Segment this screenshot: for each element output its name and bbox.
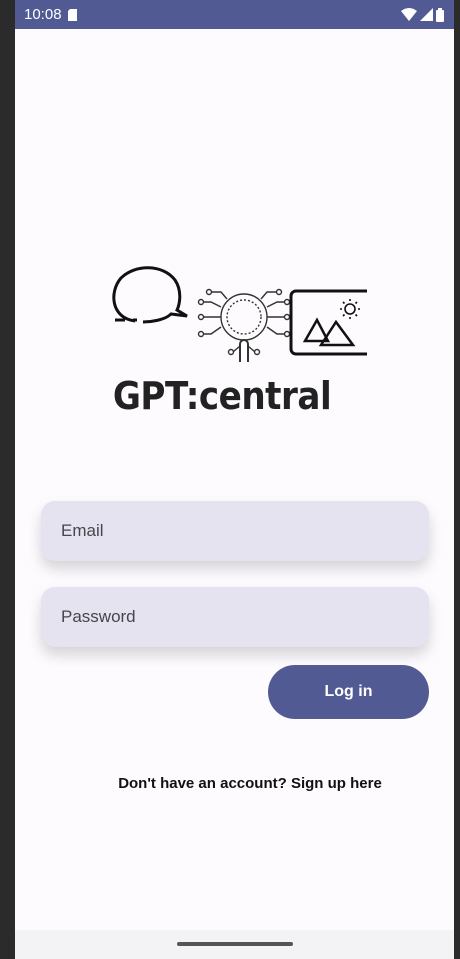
status-left: 10:08 [24, 6, 77, 23]
wifi-icon [401, 8, 417, 21]
home-indicator[interactable] [177, 942, 293, 946]
password-field[interactable] [41, 587, 429, 647]
logo-graphic [112, 266, 377, 369]
password-input[interactable] [59, 606, 429, 628]
sd-card-icon [67, 8, 77, 21]
app-logo: GPT:central [107, 262, 377, 422]
sun-icon [340, 299, 360, 319]
battery-icon [436, 7, 444, 22]
status-time: 10:08 [24, 6, 62, 23]
logo-title: GPT:central [112, 374, 332, 418]
login-button[interactable]: Log in [268, 665, 429, 719]
signal-icon [420, 8, 433, 21]
speech-bubble-icon [112, 266, 188, 324]
magnifier-network-icon [197, 288, 291, 369]
signup-link[interactable]: Don't have an account? Sign up here [15, 775, 454, 792]
image-icon [289, 289, 377, 356]
app-screen: 10:08 GPT:central Email Log in Don't hav… [15, 0, 454, 959]
email-input[interactable] [59, 520, 429, 542]
email-field[interactable] [41, 501, 429, 561]
status-right [401, 7, 444, 22]
status-bar: 10:08 [15, 0, 454, 29]
